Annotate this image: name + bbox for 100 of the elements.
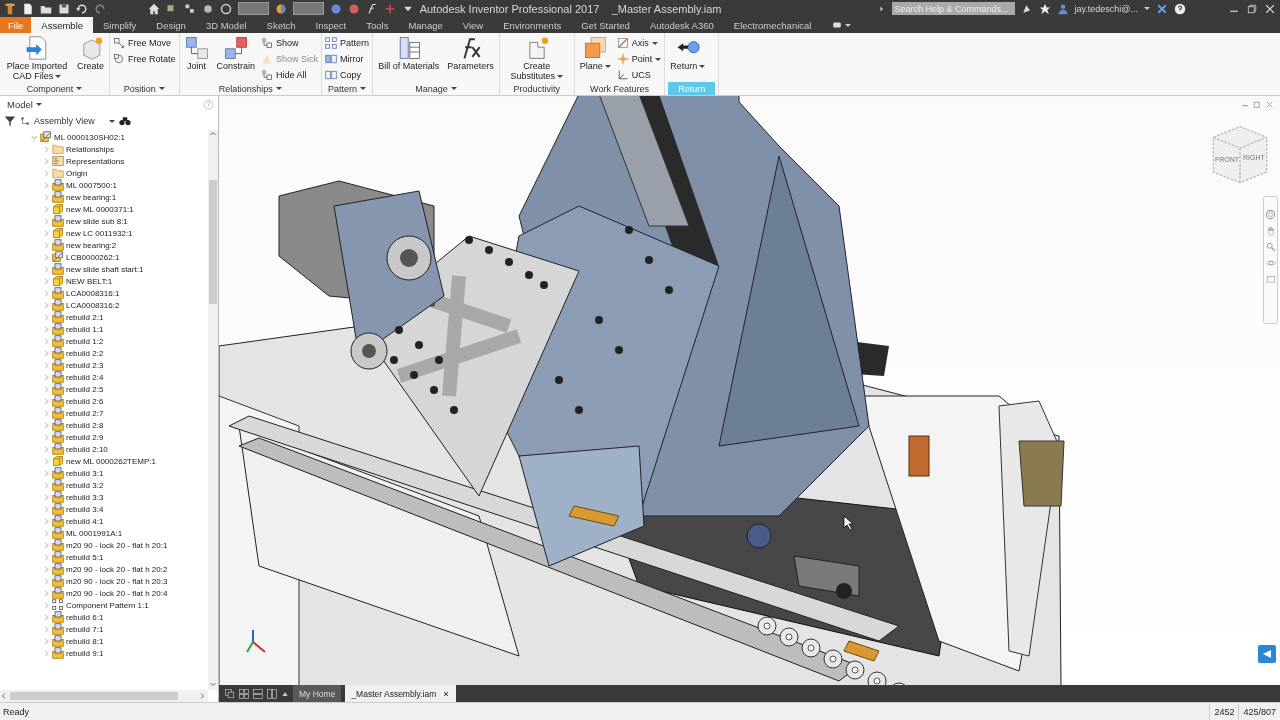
panel-label[interactable]: Manage xyxy=(376,82,496,95)
tree-item[interactable]: rebuild 2:2 xyxy=(66,348,104,358)
tree-item[interactable]: LCB0000262:1 xyxy=(66,252,120,262)
close-tab-icon[interactable] xyxy=(442,689,451,698)
tree-item[interactable]: rebuild 2:6 xyxy=(66,396,104,406)
ribbon-button[interactable]: Bill of Materials xyxy=(376,36,442,82)
tree-item[interactable]: m20 90 - lock 20 - flat h 20:2 xyxy=(66,564,168,574)
browser-title[interactable]: Model xyxy=(7,98,33,110)
ribbon-button[interactable]: Point xyxy=(616,52,662,66)
panel-label[interactable]: Relationships xyxy=(182,82,319,95)
tree-item[interactable]: rebuild 2:9 xyxy=(66,432,104,442)
tree-item[interactable]: Component Pattern 1:1 xyxy=(66,600,149,610)
ribbon-button[interactable]: Copy xyxy=(325,68,370,82)
ribbon-button[interactable]: Pattern xyxy=(325,36,370,50)
tree-item[interactable]: rebuild 5:1 xyxy=(66,552,104,562)
ribbon-tab[interactable]: 3D Model xyxy=(195,17,257,33)
ribbon-button[interactable]: Create xyxy=(75,36,106,82)
look-at-icon[interactable] xyxy=(1265,274,1276,284)
steering-wheel-icon[interactable] xyxy=(1265,209,1276,220)
ribbon-tab[interactable]: Sketch xyxy=(256,17,306,33)
panel-label[interactable]: Position xyxy=(113,82,176,95)
ribbon-button[interactable]: Place Imported CAD Files xyxy=(3,36,71,82)
ribbon-button[interactable]: Create Substitutes xyxy=(502,36,571,82)
ribbon-tab[interactable]: Tools xyxy=(356,17,399,33)
tree-item[interactable]: new slide shaft start:1 xyxy=(66,264,144,274)
ribbon-tab[interactable]: Manage xyxy=(398,17,453,33)
ribbon-tab[interactable]: Inspect xyxy=(305,17,357,33)
tree-item[interactable]: NEW BELT:1 xyxy=(66,276,113,286)
tree-item[interactable]: Representations xyxy=(66,156,125,166)
ribbon-button[interactable]: Constrain xyxy=(214,36,258,82)
user-account-menu[interactable]: jay.tedeschi@... xyxy=(1074,3,1138,14)
tree-item[interactable]: rebuild 3:4 xyxy=(66,504,104,514)
tree-item[interactable]: rebuild 9:1 xyxy=(66,648,104,658)
ribbon-button[interactable]: Free Move xyxy=(113,36,176,50)
search-field[interactable]: Search Help & Commands... xyxy=(891,2,1015,15)
undo-icon[interactable] xyxy=(76,2,88,15)
tree-item[interactable]: rebuild 3:1 xyxy=(66,468,104,478)
tree-item[interactable]: rebuild 2:7 xyxy=(66,408,104,418)
tree-item[interactable]: m20 90 - lock 20 - flat h 20:4 xyxy=(66,588,168,598)
tree-item[interactable]: rebuild 3:2 xyxy=(66,480,104,490)
ribbon-button[interactable]: Hide All xyxy=(261,68,319,82)
tree-item[interactable]: m20 90 - lock 20 - flat h 20:3 xyxy=(66,576,168,586)
tree-item[interactable]: rebuild 2:3 xyxy=(66,360,104,370)
ribbon-tab[interactable]: Get Started xyxy=(571,17,640,33)
ribbon-tab[interactable]: View xyxy=(452,17,494,33)
tree-item[interactable]: rebuild 3:3 xyxy=(66,492,104,502)
ribbon-button[interactable]: Mirror xyxy=(325,52,370,66)
tree-item[interactable]: new LC 0011932:1 xyxy=(66,228,133,238)
ribbon-button[interactable]: Parameters xyxy=(445,36,496,82)
ribbon-tab[interactable]: Assemble xyxy=(31,17,94,33)
cascade-windows-icon[interactable] xyxy=(225,688,235,699)
home-icon[interactable] xyxy=(148,2,160,15)
tile-vertical-icon[interactable] xyxy=(267,688,277,699)
tree-item[interactable]: rebuild 8:1 xyxy=(66,636,104,646)
tree-item[interactable]: new bearing:2 xyxy=(66,240,117,250)
pan-icon[interactable] xyxy=(1265,226,1276,236)
tree-item[interactable]: Origin xyxy=(66,168,88,178)
help-icon[interactable] xyxy=(1174,2,1186,15)
user-icon[interactable] xyxy=(1056,2,1069,15)
ribbon-button[interactable]: Plane xyxy=(577,36,613,82)
ribbon-tab[interactable]: Simplify xyxy=(93,17,147,33)
tree-item[interactable]: Relationships xyxy=(66,144,115,154)
tree-item[interactable]: rebuild 2:5 xyxy=(66,384,104,394)
find-icon[interactable] xyxy=(118,115,131,127)
ribbon-button[interactable]: Axis xyxy=(616,36,662,50)
tree-item[interactable]: m20 90 - lock 20 - flat h 20:1 xyxy=(66,540,168,550)
close-icon[interactable] xyxy=(1264,2,1276,15)
ribbon-tab[interactable]: Design xyxy=(146,17,196,33)
tree-item[interactable]: rebuild 4:1 xyxy=(66,516,104,526)
tree-item[interactable]: new ML 0000371:1 xyxy=(66,204,134,214)
browser-view-menu[interactable]: Assembly View xyxy=(34,116,95,126)
filter-icon[interactable] xyxy=(4,115,16,127)
tree-item[interactable]: rebuild 1:1 xyxy=(66,324,104,334)
scroll-thumb[interactable] xyxy=(10,692,178,700)
ribbon-button[interactable]: UCS xyxy=(616,68,662,82)
appearance-dropdown[interactable] xyxy=(292,2,324,15)
ribbon-tab[interactable]: Environments xyxy=(493,17,572,33)
save-icon[interactable] xyxy=(58,2,70,15)
ribbon-button[interactable]: Show xyxy=(261,36,319,50)
tree-item[interactable]: new ML 0000262TEMP:1 xyxy=(66,456,156,466)
panel-label[interactable]: Pattern xyxy=(325,82,370,95)
tree-item[interactable]: rebuild 7:1 xyxy=(66,624,104,634)
tree-item[interactable]: ML 0007500:1 xyxy=(66,180,117,190)
document-tab[interactable]: My Home xyxy=(293,685,342,702)
plus-icon[interactable] xyxy=(383,2,396,15)
scroll-down-icon[interactable] xyxy=(209,680,217,688)
tile-windows-icon[interactable] xyxy=(239,688,249,699)
scroll-right-icon[interactable] xyxy=(198,692,206,700)
zoom-icon[interactable] xyxy=(1265,242,1276,252)
tree-item[interactable]: ML 0001991A:1 xyxy=(66,528,123,538)
tree-item[interactable]: new slide sub 8:1 xyxy=(66,216,128,226)
tree-item[interactable]: rebuild 2:4 xyxy=(66,372,104,382)
tree-item[interactable]: new bearing:1 xyxy=(66,192,117,202)
scroll-thumb[interactable] xyxy=(209,180,217,304)
redo-icon[interactable] xyxy=(94,2,106,15)
scroll-up-icon[interactable] xyxy=(209,130,217,138)
tree-item[interactable]: rebuild 2:10 xyxy=(66,444,108,454)
tile-horizontal-icon[interactable] xyxy=(253,688,263,699)
appearance-sphere-icon[interactable] xyxy=(274,2,287,15)
tree-item[interactable]: LCA0008316:2 xyxy=(66,300,120,310)
